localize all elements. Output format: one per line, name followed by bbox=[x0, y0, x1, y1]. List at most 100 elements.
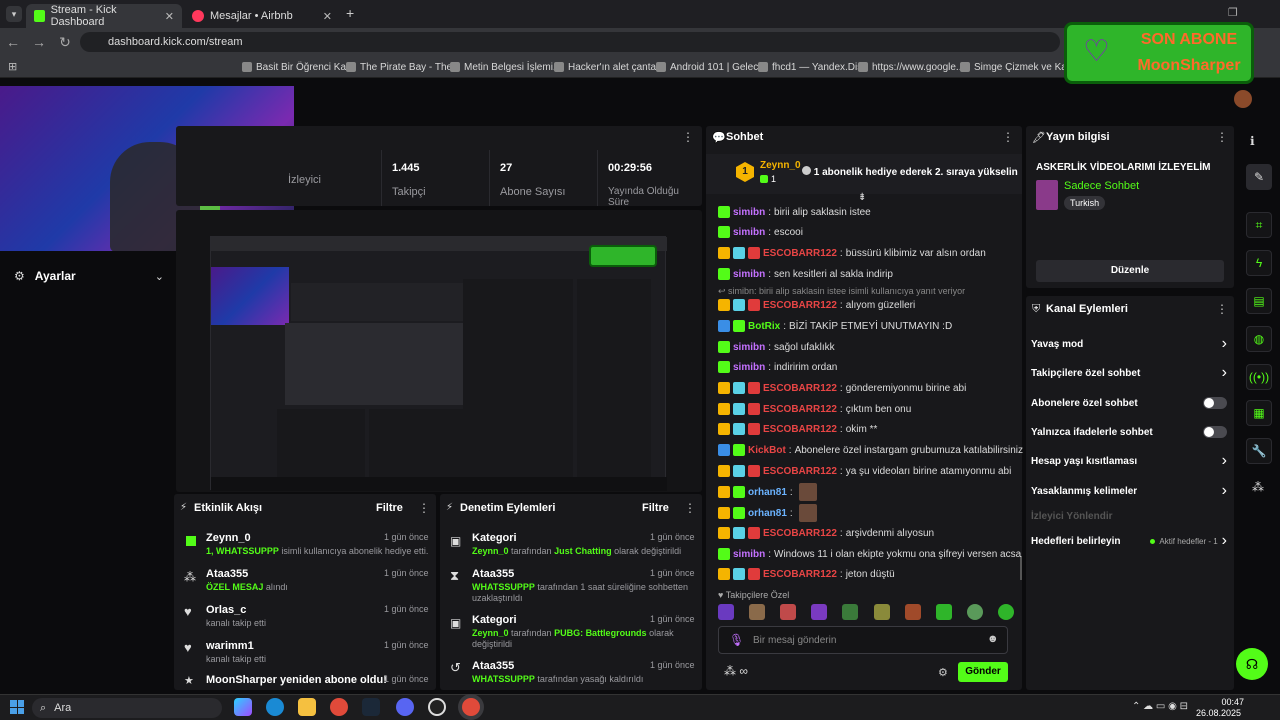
bookmark-item[interactable]: https://www.google... bbox=[858, 60, 964, 74]
edge-icon[interactable] bbox=[266, 698, 284, 716]
apps-grid-icon[interactable]: ⊞ bbox=[8, 60, 17, 73]
chevron-right-icon[interactable]: › bbox=[1222, 365, 1227, 381]
emote-icon[interactable] bbox=[997, 604, 1014, 620]
emote-icon[interactable] bbox=[873, 604, 890, 620]
chat-message[interactable]: simibn: sen kesitleri al sakla indirip bbox=[718, 266, 893, 282]
steam-icon[interactable] bbox=[362, 698, 380, 716]
chat-tools-icon[interactable]: ⁂ ∞ bbox=[724, 664, 748, 678]
bookmark-item[interactable]: fhcd1 — Yandex.Disk bbox=[758, 60, 867, 74]
close-icon[interactable]: ✕ bbox=[323, 10, 332, 23]
chat-message[interactable]: simibn: Windows 11 i olan ekipte yokmu on… bbox=[718, 546, 1021, 562]
chat-username[interactable]: ESCOBARR122 bbox=[763, 528, 837, 539]
sidebar-item-settings[interactable]: ⚙ Ayarlar ⌄ bbox=[14, 268, 164, 284]
bookmark-item[interactable]: Hacker'ın alet çanta... bbox=[554, 60, 664, 74]
chat-message[interactable]: ESCOBARR122: jeton düştü bbox=[718, 566, 895, 582]
channel-action-item[interactable]: Yasaklanmış kelimeler › bbox=[1031, 483, 1227, 499]
info-circle-icon[interactable]: ℹ bbox=[1250, 134, 1255, 148]
chat-message[interactable]: ESCOBARR122: alıyom güzelleri bbox=[718, 297, 915, 313]
chat-username[interactable]: simibn bbox=[733, 549, 765, 560]
chat-username[interactable]: ESCOBARR122 bbox=[763, 569, 837, 580]
chat-username[interactable]: simibn bbox=[733, 362, 765, 373]
avatar[interactable] bbox=[1234, 90, 1252, 108]
layout-icon[interactable]: ▦ bbox=[1246, 400, 1272, 426]
chat-message[interactable]: simibn: indiririm ordan bbox=[718, 359, 837, 375]
tab-airbnb[interactable]: Mesajlar • Airbnb ✕ bbox=[184, 4, 340, 28]
chat-username[interactable]: ESCOBARR122 bbox=[763, 424, 837, 435]
chat-username[interactable]: orhan81 bbox=[748, 508, 787, 519]
chat-message[interactable]: ESCOBARR122: büssürü klibimiz var alsın o… bbox=[718, 245, 986, 261]
emote-icon[interactable] bbox=[811, 604, 828, 620]
emote-icon[interactable] bbox=[842, 604, 859, 620]
new-tab-icon[interactable]: + bbox=[346, 5, 354, 21]
channel-action-item[interactable]: Takipçilere özel sohbet › bbox=[1031, 365, 1227, 381]
chat-username[interactable]: simibn bbox=[733, 342, 765, 353]
toggle-switch[interactable] bbox=[1203, 426, 1227, 438]
bookmark-item[interactable]: Basit Bir Öğrenci Ka... bbox=[242, 60, 354, 74]
chat-message[interactable]: KickBot: Abonelere özel instargam grubumu… bbox=[718, 442, 1023, 458]
chat-message[interactable]: orhan81: bbox=[718, 483, 817, 501]
channel-action-item[interactable]: Abonelere özel sohbet bbox=[1031, 395, 1227, 411]
file-explorer-icon[interactable] bbox=[298, 698, 316, 716]
chat-username[interactable]: KickBot bbox=[748, 445, 786, 456]
chat-username[interactable]: simibn bbox=[733, 227, 765, 238]
chat-message[interactable]: ESCOBARR122: gönderemiyonmu birine abi bbox=[718, 380, 966, 396]
bookmark-item[interactable]: The Pirate Bay - The... bbox=[346, 60, 460, 74]
restore-icon[interactable]: ❐ bbox=[1228, 6, 1238, 19]
channel-action-item[interactable]: Yavaş mod › bbox=[1031, 336, 1227, 352]
chat-username[interactable]: ESCOBARR122 bbox=[763, 248, 837, 259]
reload-icon[interactable]: ↻ bbox=[52, 34, 78, 51]
chevron-right-icon[interactable]: › bbox=[1222, 483, 1227, 499]
tray-icons[interactable]: ⌃ ☁ ▭ ◉ ⊟ bbox=[1132, 701, 1188, 712]
close-icon[interactable]: ✕ bbox=[165, 10, 174, 23]
chevron-down-icon[interactable]: ⌄ bbox=[155, 270, 164, 283]
obs-icon[interactable] bbox=[428, 698, 446, 716]
chat-message[interactable]: ESCOBARR122: çıktım ben onu bbox=[718, 401, 911, 417]
chrome-active-icon[interactable] bbox=[462, 698, 480, 716]
broadcast-icon[interactable]: ((•)) bbox=[1246, 364, 1272, 390]
moderation-filter-button[interactable]: Filtre bbox=[642, 502, 669, 514]
chat-username[interactable]: simibn bbox=[733, 269, 765, 280]
address-bar[interactable]: dashboard.kick.com/stream bbox=[80, 32, 1060, 52]
lightning-icon[interactable]: ϟ bbox=[1246, 250, 1272, 276]
toggle-switch[interactable] bbox=[1203, 397, 1227, 409]
chrome-icon[interactable] bbox=[330, 698, 348, 716]
emote-icon[interactable] bbox=[935, 604, 952, 620]
tab-list-icon[interactable]: ▾ bbox=[6, 6, 22, 22]
channel-action-item[interactable]: Hedefleri belirleyin Aktif hedefler - 1 › bbox=[1031, 533, 1227, 549]
stream-preview-video[interactable] bbox=[210, 236, 667, 491]
more-options-icon[interactable]: ⋮ bbox=[418, 501, 430, 515]
chat-message[interactable]: simibn: birii alip saklasin istee bbox=[718, 204, 871, 220]
edit-button[interactable]: Düzenle bbox=[1036, 260, 1224, 282]
channel-action-item[interactable]: Hesap yaşı kısıtlaması › bbox=[1031, 453, 1227, 469]
crop-icon[interactable]: ⌗ bbox=[1246, 212, 1272, 238]
chat-message[interactable]: simibn: sağol ufaklıkk bbox=[718, 339, 835, 355]
chat-message[interactable]: simibn: escooi bbox=[718, 224, 803, 240]
wrench-icon[interactable]: 🔧 bbox=[1246, 438, 1272, 464]
discord-icon[interactable] bbox=[396, 698, 414, 716]
gear-icon[interactable]: ⚙ bbox=[938, 666, 948, 679]
chat-username[interactable]: ESCOBARR122 bbox=[763, 466, 837, 477]
windows-start-icon[interactable] bbox=[10, 700, 24, 714]
chat-username[interactable]: orhan81 bbox=[748, 487, 787, 498]
chat-username[interactable]: simibn bbox=[733, 207, 765, 218]
chat-username[interactable]: ESCOBARR122 bbox=[763, 404, 837, 415]
back-icon[interactable]: ← bbox=[0, 34, 26, 50]
support-headset-icon[interactable]: ☊ bbox=[1236, 648, 1268, 680]
emote-icon[interactable] bbox=[966, 604, 983, 620]
chevron-right-icon[interactable]: › bbox=[1222, 453, 1227, 469]
chevron-right-icon[interactable]: › bbox=[1222, 336, 1227, 352]
dots-icon[interactable]: ⁂ bbox=[1252, 480, 1264, 494]
microphone-icon[interactable]: 🎙 bbox=[729, 633, 744, 647]
chat-username[interactable]: ESCOBARR122 bbox=[763, 300, 837, 311]
emoji-icon[interactable]: ☻ bbox=[987, 633, 999, 645]
more-options-icon[interactable]: ⋮ bbox=[1002, 130, 1014, 144]
tab-kick-dashboard[interactable]: Stream - Kick Dashboard ✕ bbox=[26, 4, 182, 28]
bookmark-item[interactable]: Simge Çizmek ve Ka... bbox=[960, 60, 1075, 74]
chat-username[interactable]: BotRix bbox=[748, 321, 780, 332]
copilot-icon[interactable] bbox=[234, 698, 252, 716]
chat-message[interactable]: ESCOBARR122: okim ** bbox=[718, 421, 877, 437]
bookmark-item[interactable]: Metin Belgesi İşlemi... bbox=[450, 60, 561, 74]
chat-username[interactable]: ESCOBARR122 bbox=[763, 383, 837, 394]
emote-icon[interactable] bbox=[718, 604, 734, 620]
expand-icon[interactable]: ⇟ bbox=[858, 192, 866, 203]
